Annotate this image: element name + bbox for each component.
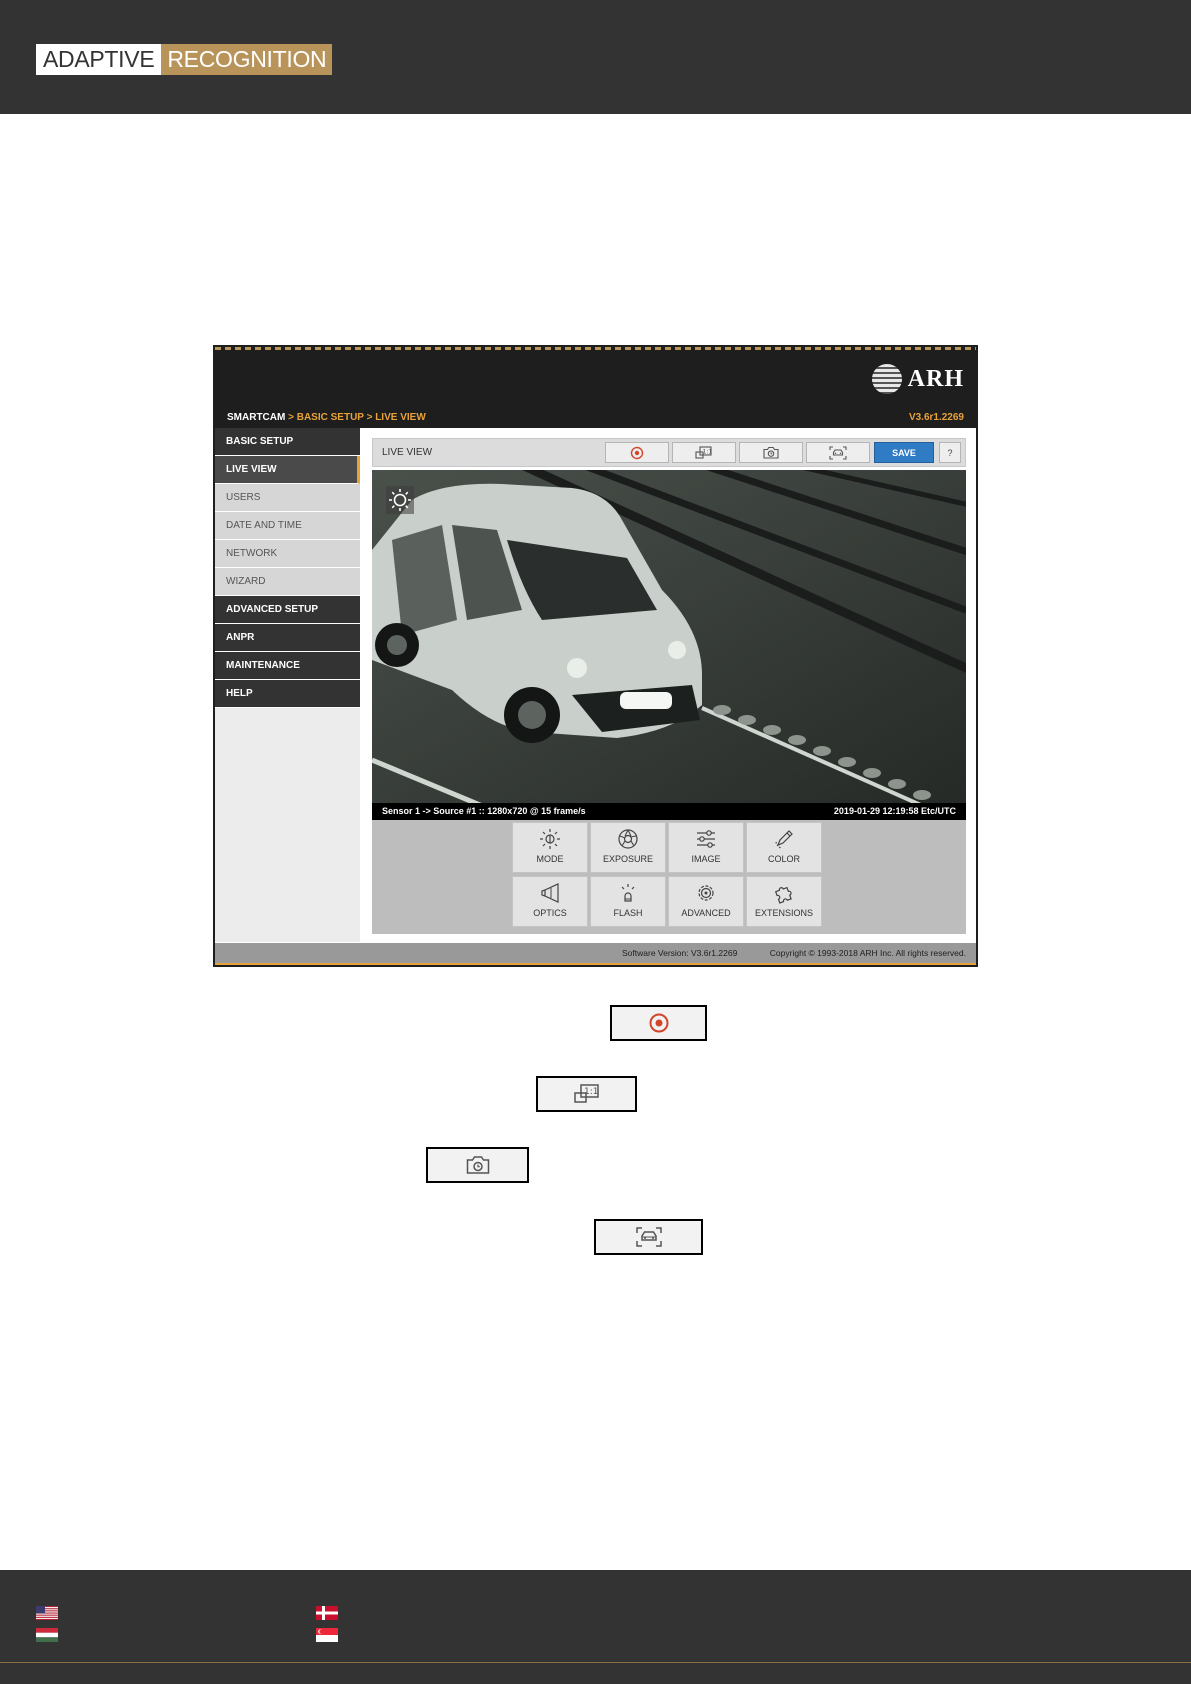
software-version: Software Version: V3.6r1.2269 — [622, 948, 738, 958]
one-to-one-zoom-icon: 1:1 — [573, 1084, 599, 1103]
sidebar-item-date-and-time[interactable]: DATE AND TIME — [215, 512, 360, 540]
sidebar-nav: BASIC SETUP LIVE VIEW USERS DATE AND TIM… — [215, 428, 360, 942]
sidebar-item-network[interactable]: NETWORK — [215, 540, 360, 568]
one-to-one-zoom-button-callout[interactable]: 1:1 — [536, 1076, 637, 1112]
image-sliders-icon — [697, 830, 715, 848]
optics-button[interactable]: OPTICS — [512, 876, 588, 927]
toolbar-title: LIVE VIEW — [382, 447, 433, 458]
flash-label: FLASH — [613, 908, 643, 918]
advanced-label: ADVANCED — [681, 908, 731, 918]
exposure-button[interactable]: EXPOSURE — [590, 822, 666, 873]
brightness-sun-icon[interactable] — [386, 486, 414, 514]
optics-lens-icon — [541, 883, 559, 903]
footer-divider — [0, 1662, 1191, 1663]
denmark-flag-icon — [316, 1606, 338, 1620]
arh-brand-text: ARH — [907, 365, 964, 392]
record-icon — [630, 446, 644, 459]
stream-source-info: Sensor 1 -> Source #1 :: 1280x720 @ 15 f… — [382, 806, 586, 816]
singapore-flag-icon — [316, 1628, 338, 1642]
snapshot-button[interactable] — [739, 442, 803, 463]
hungary-flag-icon — [36, 1628, 58, 1642]
vehicle-detection-button[interactable] — [806, 442, 870, 463]
mode-button[interactable]: MODE — [512, 822, 588, 873]
stream-timestamp: 2019-01-29 12:19:58 Etc/UTC — [833, 806, 956, 816]
extensions-puzzle-icon — [774, 886, 792, 904]
flash-button[interactable]: FLASH — [590, 876, 666, 927]
breadcrumb: SMARTCAM > BASIC SETUP > LIVE VIEW — [227, 408, 426, 428]
one-to-one-zoom-icon: 1:1 — [695, 445, 713, 459]
logo-word-adaptive: ADAPTIVE — [36, 44, 162, 75]
breadcrumb-page: LIVE VIEW — [375, 412, 426, 423]
help-button[interactable]: ? — [939, 442, 961, 463]
breadcrumb-section[interactable]: BASIC SETUP — [297, 412, 364, 423]
extensions-button[interactable]: EXTENSIONS — [746, 876, 822, 927]
smartcam-web-interface: ARH SMARTCAM > BASIC SETUP > LIVE VIEW V… — [213, 345, 978, 967]
vehicle-detection-icon — [829, 445, 847, 460]
snapshot-camera-icon — [466, 1156, 489, 1174]
breadcrumb-bar: SMARTCAM > BASIC SETUP > LIVE VIEW V3.6r… — [215, 408, 976, 428]
logo-word-recognition: RECOGNITION — [161, 44, 333, 75]
record-button[interactable] — [605, 442, 669, 463]
video-status-bar: Sensor 1 -> Source #1 :: 1280x720 @ 15 f… — [372, 803, 966, 820]
exposure-aperture-icon — [618, 829, 638, 849]
footer-accent-line — [215, 963, 976, 965]
sidebar-item-wizard[interactable]: WIZARD — [215, 568, 360, 596]
us-flag-icon — [36, 1606, 58, 1620]
adaptive-recognition-logo: ADAPTIVE RECOGNITION — [36, 44, 333, 75]
color-pencil-icon — [775, 830, 793, 849]
document-footer — [0, 1570, 1191, 1684]
document-page: ADAPTIVE RECOGNITION ARH SMARTCAM > BASI… — [0, 0, 1191, 1684]
image-label: IMAGE — [691, 854, 721, 864]
sidebar-item-maintenance[interactable]: MAINTENANCE — [215, 652, 360, 680]
firmware-version: V3.6r1.2269 — [908, 412, 964, 423]
copyright-text: Copyright © 1993-2018 ARH Inc. All right… — [769, 948, 966, 958]
flash-bulb-icon — [621, 884, 635, 902]
optics-label: OPTICS — [533, 908, 567, 918]
vehicle-detection-button-callout[interactable] — [594, 1219, 703, 1255]
breadcrumb-separator: > — [285, 412, 297, 423]
sidebar-item-live-view[interactable]: LIVE VIEW — [215, 456, 360, 484]
live-view-toolbar: LIVE VIEW 1:1 SAVE ? — [372, 438, 966, 467]
camera-image — [372, 470, 966, 803]
sidebar-item-advanced-setup[interactable]: ADVANCED SETUP — [215, 596, 360, 624]
live-camera-feed[interactable] — [372, 470, 966, 803]
app-footer: Software Version: V3.6r1.2269 Copyright … — [215, 943, 976, 963]
extensions-label: EXTENSIONS — [754, 908, 813, 918]
app-header: ARH — [215, 350, 976, 412]
color-button[interactable]: COLOR — [746, 822, 822, 873]
record-button-callout[interactable] — [610, 1005, 707, 1041]
advanced-button[interactable]: ADVANCED — [668, 876, 744, 927]
live-view-panel: LIVE VIEW 1:1 SAVE ? Sensor 1 -> Source … — [372, 438, 966, 934]
svg-text:1:1: 1:1 — [703, 448, 713, 455]
sidebar-item-users[interactable]: USERS — [215, 484, 360, 512]
svg-text:1:1: 1:1 — [584, 1087, 598, 1097]
record-icon — [649, 1013, 668, 1033]
color-label: COLOR — [767, 854, 800, 864]
sidebar-item-help[interactable]: HELP — [215, 680, 360, 708]
document-header: ADAPTIVE RECOGNITION — [0, 0, 1191, 114]
arh-brand-logo: ARH — [871, 364, 964, 394]
camera-control-grid: MODE EXPOSURE IMAGE COLOR OPTICS FLASH A… — [372, 820, 966, 934]
vehicle-detection-icon — [635, 1227, 662, 1247]
one-to-one-zoom-button[interactable]: 1:1 — [672, 442, 736, 463]
breadcrumb-root[interactable]: SMARTCAM — [227, 412, 285, 423]
exposure-label: EXPOSURE — [602, 854, 653, 864]
sidebar-item-basic-setup[interactable]: BASIC SETUP — [215, 428, 360, 456]
sidebar-item-anpr[interactable]: ANPR — [215, 624, 360, 652]
breadcrumb-separator: > — [363, 412, 376, 423]
snapshot-camera-icon — [763, 446, 779, 459]
mode-label: MODE — [536, 854, 564, 864]
advanced-gear-icon — [698, 885, 714, 901]
snapshot-button-callout[interactable] — [426, 1147, 529, 1183]
mode-sun-icon — [540, 829, 560, 849]
image-button[interactable]: IMAGE — [668, 822, 744, 873]
save-button[interactable]: SAVE — [874, 442, 934, 463]
arh-globe-icon — [871, 364, 902, 394]
